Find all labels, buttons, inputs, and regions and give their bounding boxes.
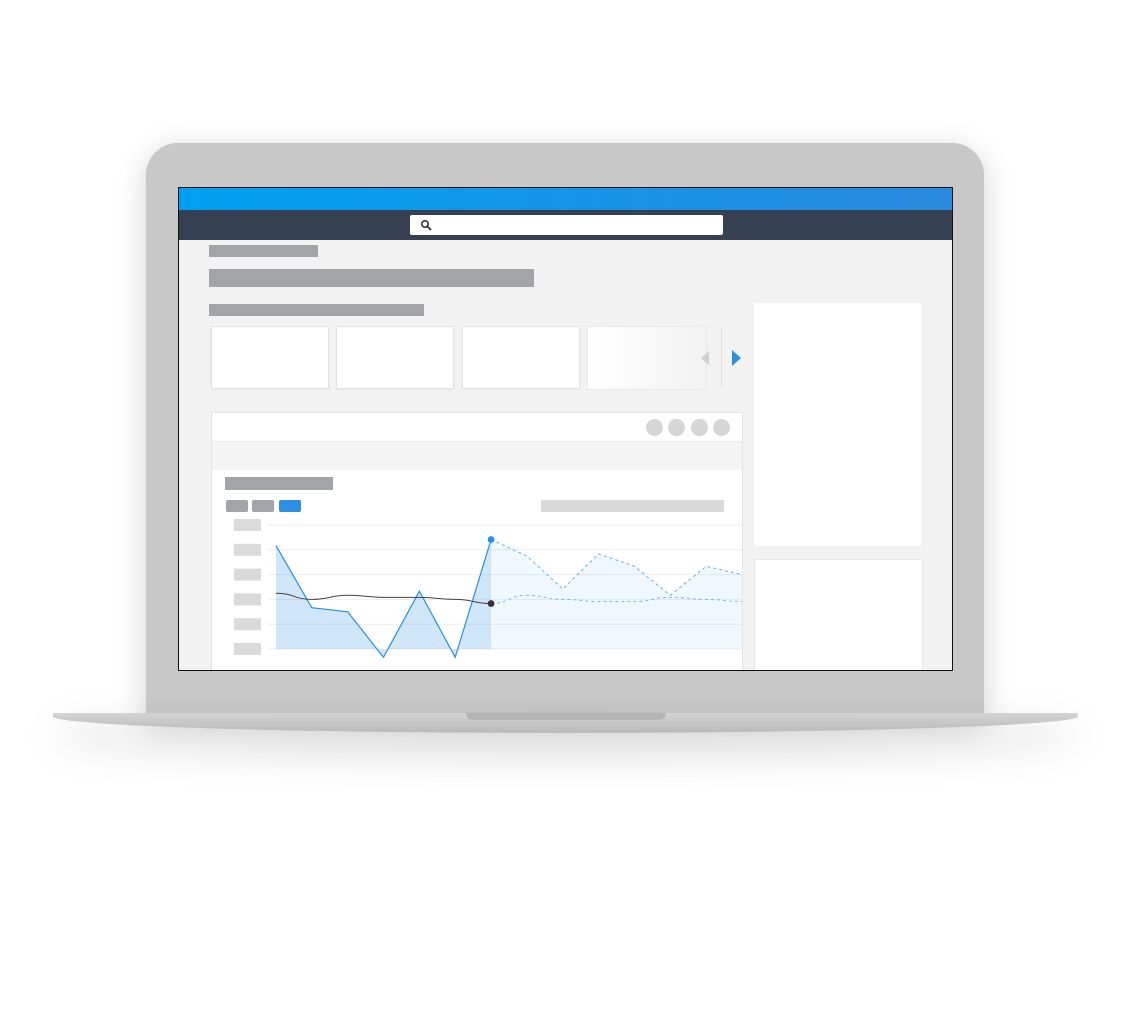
series-area bbox=[276, 539, 492, 658]
carousel-card[interactable] bbox=[587, 326, 707, 390]
y-tick-label bbox=[234, 568, 261, 581]
sidebar-card bbox=[754, 303, 921, 546]
y-tick-label bbox=[234, 519, 261, 531]
search-input[interactable] bbox=[438, 217, 717, 235]
carousel-card[interactable] bbox=[336, 326, 454, 389]
y-tick-label bbox=[234, 543, 261, 556]
section-title-placeholder bbox=[209, 304, 424, 316]
carousel-card[interactable] bbox=[211, 326, 329, 389]
series-marker bbox=[487, 536, 495, 543]
search-box[interactable] bbox=[410, 215, 723, 235]
sidebar-card bbox=[754, 559, 923, 670]
laptop-notch bbox=[466, 713, 666, 720]
series-area-projection bbox=[491, 539, 742, 649]
page-title-placeholder bbox=[209, 269, 534, 287]
chevron-left-icon[interactable] bbox=[700, 351, 710, 365]
chart-panel bbox=[211, 412, 743, 670]
y-tick-label bbox=[234, 593, 261, 606]
navigation-bar bbox=[179, 210, 952, 240]
chevron-right-icon[interactable] bbox=[731, 350, 741, 366]
laptop-screen bbox=[178, 187, 953, 671]
browser-top-bar bbox=[179, 188, 952, 210]
breadcrumb-placeholder bbox=[209, 245, 318, 257]
search-icon[interactable] bbox=[420, 219, 432, 231]
y-tick-label bbox=[234, 643, 261, 655]
carousel-card[interactable] bbox=[462, 326, 580, 389]
series-marker bbox=[487, 600, 495, 607]
line-chart bbox=[234, 519, 742, 659]
carousel-divider bbox=[721, 326, 722, 388]
y-tick-label bbox=[234, 618, 261, 631]
